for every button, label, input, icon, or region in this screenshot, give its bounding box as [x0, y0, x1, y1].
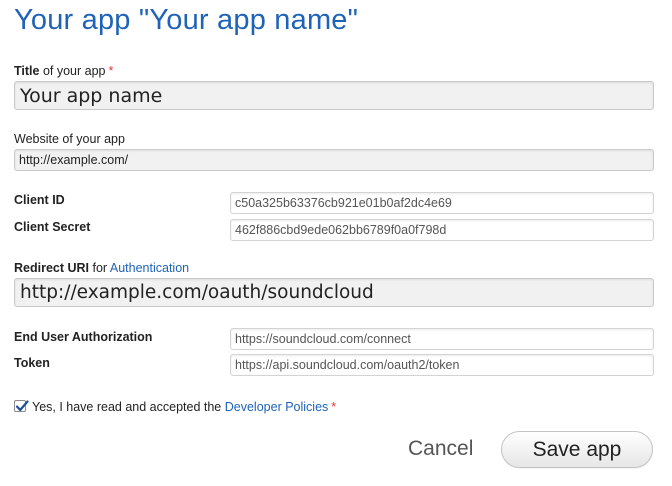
title-label: Title of your app * [14, 64, 113, 78]
client-id-field[interactable]: c50a325b63376cb921e01b0af2dc4e69 [230, 192, 654, 214]
client-id-label: Client ID [14, 193, 65, 207]
token-value: https://api.soundcloud.com/oauth2/token [235, 358, 460, 372]
client-secret-field[interactable]: 462f886cbd9ede062bb6789f0a0f798d [230, 219, 654, 241]
agreement-text: Yes, I have read and accepted the [32, 400, 225, 414]
end-user-auth-value: https://soundcloud.com/connect [235, 332, 411, 346]
website-label: Website of your app [14, 132, 125, 146]
authentication-link[interactable]: Authentication [110, 261, 189, 275]
client-secret-label: Client Secret [14, 220, 91, 234]
title-label-rest: of your app [39, 64, 106, 78]
agreement-required-mark: * [331, 400, 337, 414]
title-required-mark: * [108, 64, 114, 78]
end-user-auth-field[interactable]: https://soundcloud.com/connect [230, 328, 654, 350]
redirect-uri-label-bold: Redirect URI [14, 261, 90, 275]
title-label-bold: Title [14, 64, 40, 78]
developer-policies-link[interactable]: Developer Policies [225, 400, 329, 414]
save-app-button[interactable]: Save app [501, 431, 653, 468]
redirect-uri-label: Redirect URI for Authentication [14, 261, 189, 275]
redirect-uri-input[interactable]: http://example.com/oauth/soundcloud [14, 278, 654, 307]
redirect-uri-label-rest: for [89, 261, 110, 275]
agreement-label: Yes, I have read and accepted the Develo… [32, 400, 336, 414]
client-secret-value: 462f886cbd9ede062bb6789f0a0f798d [235, 223, 447, 237]
app-title-input-value: Your app name [20, 84, 163, 107]
cancel-button[interactable]: Cancel [408, 437, 473, 461]
app-title-input[interactable]: Your app name [14, 81, 654, 110]
token-field[interactable]: https://api.soundcloud.com/oauth2/token [230, 354, 654, 376]
token-label: Token [14, 356, 50, 370]
client-id-value: c50a325b63376cb921e01b0af2dc4e69 [235, 196, 452, 210]
website-input[interactable]: http://example.com/ [14, 149, 654, 171]
checkmark-icon [15, 400, 29, 412]
page-title: Your app "Your app name" [14, 4, 359, 36]
end-user-auth-label: End User Authorization [14, 330, 153, 344]
website-input-value: http://example.com/ [19, 153, 129, 167]
redirect-uri-input-value: http://example.com/oauth/soundcloud [20, 282, 374, 303]
agreement-checkbox[interactable] [14, 400, 29, 412]
